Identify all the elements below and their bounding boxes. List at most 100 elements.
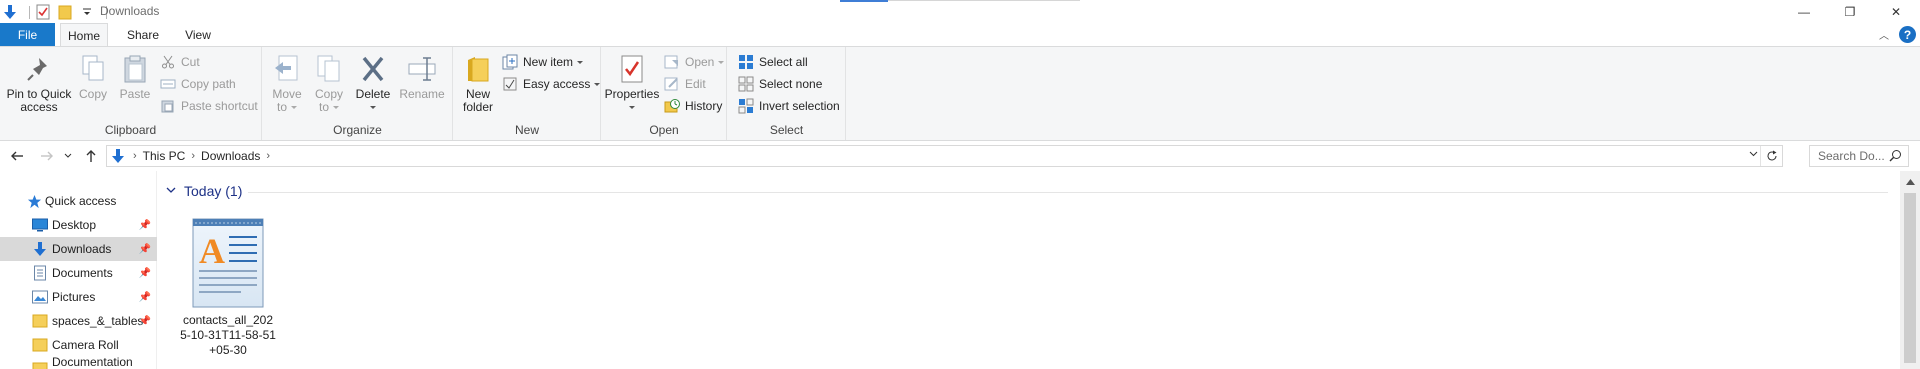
pin-icon[interactable]: 📌 [139, 292, 151, 303]
cut-button[interactable]: Cut [160, 52, 200, 72]
folder-icon [32, 361, 48, 369]
move-to-line1: Move [272, 87, 302, 101]
delete-label: Delete [355, 87, 391, 101]
copy-path-button[interactable]: Copy path [160, 74, 236, 94]
tab-file[interactable]: File [0, 23, 55, 46]
refresh-icon [1767, 150, 1776, 161]
properties-dropdown-icon[interactable] [604, 101, 660, 114]
tab-view[interactable]: View [174, 23, 222, 46]
select-none-button[interactable]: Select none [738, 74, 822, 94]
pictures-icon [32, 289, 48, 305]
pin-icon[interactable]: 📌 [139, 268, 151, 279]
new-folder-button[interactable]: New folder [458, 53, 498, 114]
pin-icon[interactable]: 📌 [139, 244, 151, 255]
copy-button[interactable]: Copy [74, 53, 112, 101]
nav-item-downloads[interactable]: Downloads 📌 [0, 237, 157, 261]
maximize-icon: ❐ [1844, 4, 1856, 19]
help-icon[interactable]: ? [1899, 26, 1916, 43]
nav-item-documents[interactable]: Documents 📌 [0, 261, 157, 285]
nav-item-camera-roll[interactable]: Camera Roll [0, 333, 157, 357]
tab-share[interactable]: Share [119, 23, 167, 46]
delete-button[interactable]: Delete [353, 53, 393, 114]
paste-shortcut-button[interactable]: Paste shortcut [160, 96, 258, 116]
rename-label: Rename [399, 87, 445, 101]
refresh-button[interactable] [1760, 146, 1782, 166]
nav-item-pictures[interactable]: Pictures 📌 [0, 285, 157, 309]
recent-locations-button[interactable] [61, 146, 75, 166]
navigation-pane: Quick access Desktop 📌 Downloads 📌 Docum… [0, 171, 157, 369]
move-to-button[interactable]: Move to [269, 53, 305, 114]
edit-button[interactable]: Edit [664, 74, 706, 94]
customize-qat-chevron-icon[interactable] [79, 4, 95, 20]
new-folder-icon[interactable] [57, 4, 73, 20]
pin-icon[interactable]: 📌 [139, 316, 151, 327]
ribbon-tabs: File Home Share View ︿ ? [0, 23, 1920, 47]
breadcrumb-downloads[interactable]: Downloads [201, 149, 260, 163]
invert-selection-button[interactable]: Invert selection [738, 96, 840, 116]
scrollbar-thumb[interactable] [1904, 193, 1916, 363]
select-all-button[interactable]: Select all [738, 52, 808, 72]
new-folder-line2: folder [462, 100, 494, 114]
breadcrumb-chevron-icon[interactable]: › [191, 150, 195, 162]
open-button[interactable]: Open [664, 52, 725, 72]
nav-item-spaces-tables[interactable]: spaces_&_tables 📌 [0, 309, 157, 333]
pin-to-quick-access-button[interactable]: Pin to Quick access [4, 53, 74, 114]
rename-button[interactable]: Rename [399, 53, 445, 101]
back-arrow-icon [11, 151, 23, 161]
nav-quick-access[interactable]: Quick access [0, 189, 157, 213]
new-item-icon [502, 54, 518, 70]
downloads-arrow-icon[interactable] [2, 4, 18, 20]
group-header-today[interactable]: Today (1) [166, 183, 242, 199]
svg-text:A: A [199, 231, 225, 271]
nav-item-desktop[interactable]: Desktop 📌 [0, 213, 157, 237]
address-dropdown-icon[interactable] [1749, 149, 1758, 160]
downloads-location-icon [111, 148, 125, 164]
title-bar: Downloads — ❐ ✕ [0, 0, 1920, 23]
invert-selection-label: Invert selection [759, 99, 840, 113]
minimize-button[interactable]: — [1781, 0, 1827, 23]
nav-item-label: spaces_&_tables [52, 314, 144, 328]
history-button[interactable]: History [664, 96, 722, 116]
group-open: Properties Open Edit History Open [602, 47, 727, 140]
open-label: Open [685, 55, 715, 69]
window-title: Downloads [100, 4, 160, 18]
address-row: › This PC › Downloads › Search Do... [0, 141, 1920, 171]
nav-item-label: Documents [52, 266, 113, 280]
paste-button[interactable]: Paste [116, 53, 154, 101]
collapse-chevron-icon[interactable] [166, 185, 176, 197]
search-input[interactable]: Search Do... [1809, 145, 1909, 167]
forward-button[interactable] [36, 146, 58, 166]
up-button[interactable] [80, 146, 102, 166]
new-item-label: New item [523, 55, 574, 69]
breadcrumb-chevron-icon[interactable]: › [133, 150, 137, 162]
delete-dropdown-icon[interactable] [353, 101, 393, 114]
delete-x-icon [357, 53, 389, 85]
close-button[interactable]: ✕ [1873, 0, 1919, 23]
new-item-button[interactable]: New item [502, 52, 584, 72]
wordpad-document-icon: A [191, 215, 265, 309]
collapse-ribbon-chevron-icon[interactable]: ︿ [1879, 27, 1889, 42]
scroll-up-arrow-icon[interactable] [1900, 174, 1920, 190]
close-icon: ✕ [1890, 4, 1902, 19]
paste-icon [119, 53, 151, 85]
breadcrumb-chevron-icon[interactable]: › [266, 150, 270, 162]
nav-item-documentation[interactable]: Documentation im... [0, 355, 157, 369]
pin-icon[interactable]: 📌 [139, 220, 151, 231]
properties-check-icon[interactable] [35, 4, 51, 20]
new-item-dropdown-icon [577, 60, 584, 64]
tab-home[interactable]: Home [60, 23, 108, 47]
easy-access-button[interactable]: Easy access [502, 74, 601, 94]
copy-to-button[interactable]: Copy to [311, 53, 347, 114]
maximize-button[interactable]: ❐ [1827, 0, 1873, 23]
properties-button[interactable]: Properties [604, 53, 660, 114]
back-button[interactable] [6, 146, 28, 166]
select-none-label: Select none [759, 77, 823, 91]
pin-icon [23, 53, 55, 85]
edit-label: Edit [685, 77, 706, 91]
address-bar[interactable]: › This PC › Downloads › [106, 145, 1783, 167]
vertical-scrollbar[interactable] [1900, 171, 1920, 369]
file-item[interactable]: A contacts_all_2025-10-31T11-58-51+05-30 [180, 215, 276, 358]
copy-path-icon [160, 76, 176, 92]
breadcrumb-this-pc[interactable]: This PC [143, 149, 186, 163]
properties-icon [616, 53, 648, 85]
